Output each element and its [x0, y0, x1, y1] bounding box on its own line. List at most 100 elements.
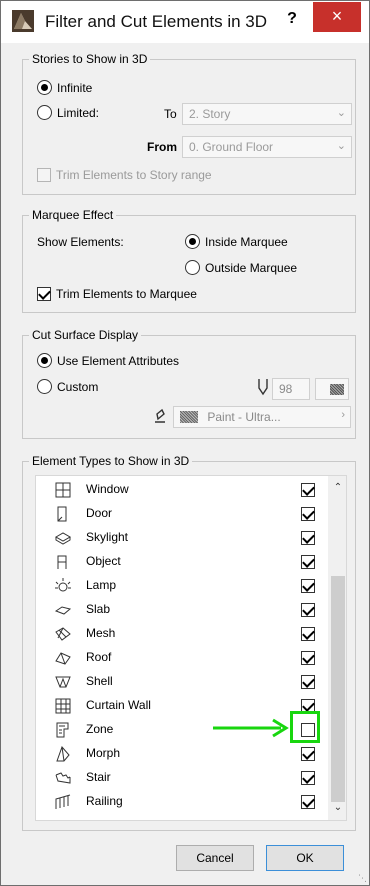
cut-surface-group-title: Cut Surface Display: [29, 328, 142, 342]
trim-marquee-checkbox-box[interactable]: [37, 287, 51, 301]
list-item[interactable]: Shell: [36, 670, 326, 694]
list-item[interactable]: Mesh: [36, 622, 326, 646]
fill-dropdown[interactable]: Paint - Ultra... ›: [173, 406, 351, 428]
morph-icon: [56, 746, 70, 762]
outside-marquee-radio-button[interactable]: [185, 260, 200, 275]
list-item-label: Curtain Wall: [86, 698, 151, 712]
list-item-label: Morph: [86, 746, 121, 760]
outside-marquee-label: Outside Marquee: [205, 260, 298, 275]
pen-color-swatch: [330, 384, 344, 395]
pen-icon: [258, 379, 268, 396]
chevron-right-icon: ›: [341, 409, 345, 421]
window-title: Filter and Cut Elements in 3D: [45, 12, 268, 31]
from-label: From: [147, 140, 177, 154]
trim-story-checkbox[interactable]: Trim Elements to Story range: [37, 168, 212, 182]
list-item-label: Shell: [86, 674, 113, 688]
list-item-checkbox[interactable]: [301, 603, 315, 617]
scroll-up-icon[interactable]: ⌃: [331, 482, 345, 496]
list-item[interactable]: Roof: [36, 646, 326, 670]
title-bar: Filter and Cut Elements in 3D ? ×: [1, 1, 369, 43]
list-item[interactable]: Window: [36, 478, 326, 502]
ok-button[interactable]: OK: [266, 845, 344, 871]
cancel-button[interactable]: Cancel: [176, 845, 254, 871]
infinite-radio-button[interactable]: [37, 80, 52, 95]
use-attributes-label: Use Element Attributes: [57, 353, 180, 368]
element-types-list[interactable]: Window Door Skylight Object Lamp Slab Mesh Roof…: [35, 475, 347, 821]
list-item-label: Mesh: [86, 626, 116, 640]
list-scrollbar[interactable]: ⌃ ⌄: [328, 476, 346, 820]
mesh-icon: [55, 627, 71, 641]
list-item-checkbox[interactable]: [301, 483, 315, 497]
from-story-dropdown[interactable]: 0. Ground Floor ⌄: [182, 136, 352, 158]
list-item-checkbox[interactable]: [301, 675, 315, 689]
pen-number-value: 98: [279, 382, 293, 396]
list-item-checkbox[interactable]: [301, 507, 315, 521]
trim-marquee-checkbox[interactable]: Trim Elements to Marquee: [37, 287, 197, 301]
list-item-checkbox[interactable]: [301, 555, 315, 569]
list-item-label: Railing: [86, 794, 123, 808]
list-item[interactable]: Lamp: [36, 574, 326, 598]
limited-radio-button[interactable]: [37, 105, 52, 120]
list-item[interactable]: Railing: [36, 790, 326, 814]
scroll-down-icon[interactable]: ⌄: [331, 802, 345, 816]
pen-number-field[interactable]: 98: [272, 378, 310, 400]
dialog-window: Filter and Cut Elements in 3D ? × Storie…: [0, 0, 370, 886]
list-item-label: Window: [86, 482, 129, 496]
skylight-icon: [54, 532, 72, 545]
list-item-label: Slab: [86, 602, 111, 616]
curtain-wall-icon: [55, 698, 71, 714]
slab-icon: [54, 606, 72, 615]
trim-marquee-label: Trim Elements to Marquee: [56, 287, 197, 301]
list-item-checkbox[interactable]: [301, 771, 315, 785]
element-types-group-title: Element Types to Show in 3D: [29, 454, 193, 468]
list-item-checkbox[interactable]: [301, 795, 315, 809]
list-item[interactable]: Skylight: [36, 526, 326, 550]
close-button[interactable]: ×: [313, 2, 361, 32]
inside-marquee-radio-button[interactable]: [185, 234, 200, 249]
list-item[interactable]: Slab: [36, 598, 326, 622]
limited-radio[interactable]: Limited:: [37, 105, 99, 120]
to-story-value: 2. Story: [189, 107, 231, 121]
list-item[interactable]: Morph: [36, 742, 326, 766]
fill-value: Paint - Ultra...: [207, 410, 281, 424]
pen-color-picker[interactable]: [315, 378, 349, 400]
list-item-checkbox[interactable]: [301, 747, 315, 761]
trim-story-checkbox-box[interactable]: [37, 168, 51, 182]
list-item[interactable]: Stair: [36, 766, 326, 790]
marquee-group-title: Marquee Effect: [29, 208, 117, 222]
stories-group-title: Stories to Show in 3D: [29, 52, 151, 66]
custom-radio-button[interactable]: [37, 379, 52, 394]
custom-radio[interactable]: Custom: [37, 379, 98, 394]
help-button[interactable]: ?: [278, 7, 306, 35]
window-icon: [55, 482, 71, 498]
inside-marquee-radio[interactable]: Inside Marquee: [185, 234, 288, 249]
list-item-checkbox[interactable]: [301, 579, 315, 593]
infinite-radio[interactable]: Infinite: [37, 80, 92, 95]
outside-marquee-radio[interactable]: Outside Marquee: [185, 260, 297, 275]
use-attributes-radio-button[interactable]: [37, 353, 52, 368]
list-item-checkbox[interactable]: [301, 651, 315, 665]
list-item-checkbox[interactable]: [301, 627, 315, 641]
trim-story-label: Trim Elements to Story range: [56, 168, 212, 182]
resize-grip-icon[interactable]: ⋱: [358, 873, 367, 884]
annotation-highlight-box: [290, 711, 320, 743]
stair-icon: [55, 772, 71, 784]
annotation-arrow-icon: [213, 718, 289, 738]
list-item[interactable]: Curtain Wall: [36, 694, 326, 718]
list-item-label: Roof: [86, 650, 112, 664]
show-elements-label: Show Elements:: [37, 235, 124, 249]
inside-marquee-label: Inside Marquee: [205, 234, 288, 249]
infinite-label: Infinite: [57, 80, 93, 95]
list-item-label: Object: [86, 554, 121, 568]
list-item-checkbox[interactable]: [301, 531, 315, 545]
list-item-label: Door: [86, 506, 113, 520]
list-item[interactable]: Door: [36, 502, 326, 526]
from-story-value: 0. Ground Floor: [189, 140, 274, 154]
door-icon: [57, 506, 67, 522]
to-story-dropdown[interactable]: 2. Story ⌄: [182, 103, 352, 125]
scroll-thumb[interactable]: [331, 576, 345, 802]
lamp-icon: [55, 578, 71, 592]
use-attributes-radio[interactable]: Use Element Attributes: [37, 353, 179, 368]
object-icon: [57, 555, 67, 569]
list-item[interactable]: Object: [36, 550, 326, 574]
